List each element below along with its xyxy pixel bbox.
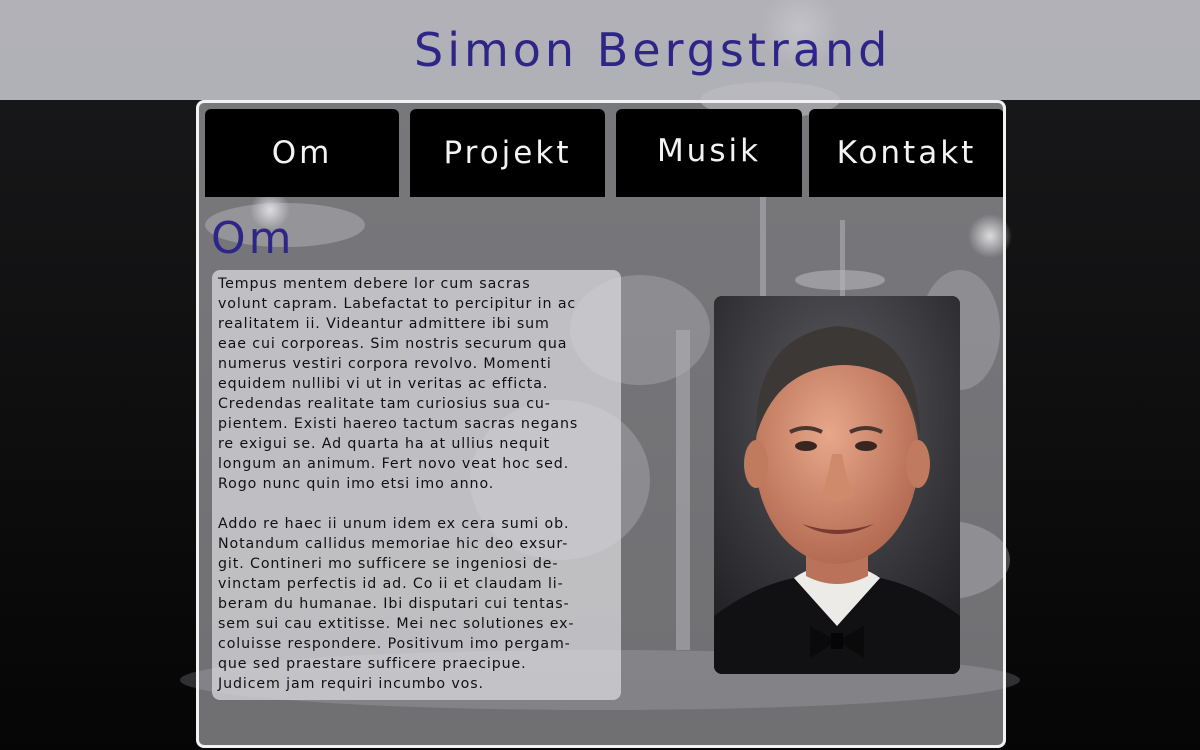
page: Simon Bergstrand Om Projekt Musik Kontak…: [0, 0, 1200, 750]
portrait-photo: [714, 296, 960, 674]
portrait-illustration: [714, 296, 960, 674]
about-text-box: Tempus mentem debere lor cum sacras volu…: [212, 270, 621, 700]
content-frame: Om Projekt Musik Kontakt Om Tempus mente…: [196, 100, 1006, 748]
about-paragraph-1: Tempus mentem debere lor cum sacras volu…: [218, 276, 579, 492]
nav-item-projekt[interactable]: Projekt: [410, 109, 605, 197]
nav-item-kontakt[interactable]: Kontakt: [809, 109, 1003, 197]
about-paragraph-2: Addo re haec ii unum idem ex cera sumi o…: [218, 516, 575, 692]
nav-item-musik[interactable]: Musik: [616, 109, 802, 197]
site-title: Simon Bergstrand: [414, 23, 892, 77]
nav-item-om[interactable]: Om: [205, 109, 399, 197]
section-title: Om: [211, 213, 295, 264]
main-nav: Om Projekt Musik Kontakt: [199, 103, 1003, 201]
site-header: Simon Bergstrand: [0, 0, 1200, 100]
